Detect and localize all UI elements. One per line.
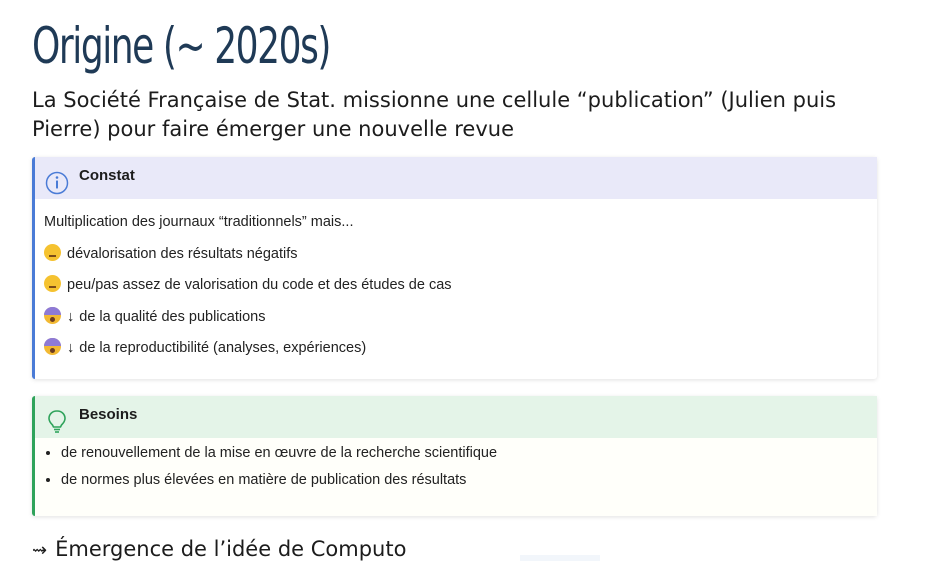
down-arrow-icon: ↓ <box>67 308 75 325</box>
squiggly-arrow-icon: ⇝ <box>32 540 48 561</box>
info-icon <box>45 169 69 195</box>
constat-item: ↓ de la qualité des publications <box>44 306 877 338</box>
list-item: de renouvellement de la mise en œuvre de… <box>61 442 877 469</box>
screaming-face-icon <box>44 338 61 356</box>
besoins-callout: Besoins de renouvellement de la mise en … <box>32 396 877 516</box>
slide: Origine (~ 2020s) La Société Française d… <box>0 0 943 561</box>
constat-title: Constat <box>79 167 135 184</box>
lightbulb-icon <box>45 408 69 434</box>
sad-face-icon <box>44 243 61 261</box>
slide-subtitle: La Société Française de Stat. missionne … <box>32 88 837 141</box>
down-arrow-icon: ↓ <box>67 340 75 357</box>
besoins-title: Besoins <box>79 406 138 423</box>
constat-body: Multiplication des journaux “traditionne… <box>35 199 877 369</box>
constat-item-text: dévalorisation des résultats négatifs <box>67 245 298 262</box>
worried-face-icon <box>44 275 61 293</box>
page-title: Origine (~ 2020s) <box>32 17 331 75</box>
constat-item-text: de la reproductibilité (analyses, expéri… <box>79 340 367 357</box>
besoins-list: de renouvellement de la mise en œuvre de… <box>35 438 877 496</box>
footer-line: ⇝ Émergence de l’idée de Computo <box>32 535 406 561</box>
constat-item-text: peu/pas assez de valorisation du code et… <box>67 277 452 294</box>
list-item: de normes plus élevées en matière de pub… <box>61 469 877 496</box>
constat-item: dévalorisation des résultats négatifs <box>44 243 877 275</box>
constat-intro: Multiplication des journaux “traditionne… <box>44 214 354 230</box>
screaming-face-icon <box>44 306 61 324</box>
constat-callout: Constat Multiplication des journaux “tra… <box>32 157 877 379</box>
footer-text: Émergence de l’idée de Computo <box>55 537 407 561</box>
besoins-callout-header: Besoins <box>35 396 877 438</box>
constat-item: peu/pas assez de valorisation du code et… <box>44 274 877 306</box>
constat-item: ↓ de la reproductibilité (analyses, expér… <box>44 337 877 369</box>
bottom-decoration <box>520 555 600 561</box>
constat-callout-header: Constat <box>35 157 877 199</box>
besoins-body: de renouvellement de la mise en œuvre de… <box>35 438 877 516</box>
constat-item-text: de la qualité des publications <box>79 308 266 325</box>
